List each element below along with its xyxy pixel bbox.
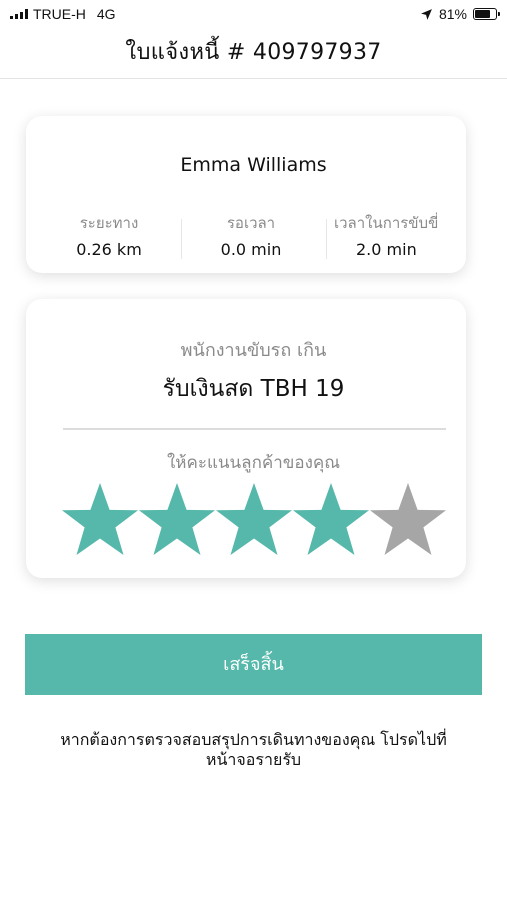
payment-caption: พนักงานขับรถ เกิน [180, 340, 327, 361]
location-arrow-icon [421, 8, 432, 20]
status-bar: TRUE-H 4G 81% [0, 0, 507, 30]
status-left: TRUE-H 4G [10, 6, 116, 22]
stat-label: ระยะทาง [79, 214, 139, 232]
battery-icon [473, 8, 500, 20]
payment-amount: รับเงินสด TBH 19 [162, 376, 345, 402]
trip-stats: ระยะทาง 0.26 km รอเวลา 0.0 min เวลาในการ… [26, 211, 466, 261]
card-edge-fade [442, 116, 466, 273]
footnote-line-1: หากต้องการตรวจสอบสรุปการเดินทางของคุณ โป… [60, 730, 447, 749]
earnings-footnote: หากต้องการตรวจสอบสรุปการเดินทางของคุณ โป… [20, 730, 487, 770]
stat-distance: ระยะทาง 0.26 km [34, 211, 184, 259]
network-type: 4G [96, 6, 116, 22]
stat-wait-time: รอเวลา 0.0 min [176, 211, 326, 259]
battery-percent: 81% [438, 6, 467, 22]
stat-label: รอเวลา [226, 214, 276, 232]
payment-rating-card: พนักงานขับรถ เกิน รับเงินสด TBH 19 ให้คะ… [26, 299, 466, 578]
trip-summary-card: Emma Williams ระยะทาง 0.26 km รอเวลา 0.0… [26, 116, 466, 273]
star-icon[interactable] [216, 483, 292, 555]
carrier-name: TRUE-H [33, 6, 86, 22]
signal-strength-icon [10, 9, 28, 19]
payment-divider [63, 428, 446, 430]
battery-level [475, 10, 490, 18]
stat-value: 0.26 km [76, 240, 142, 259]
star-icon[interactable] [139, 483, 215, 555]
driver-name: Emma Williams [180, 154, 327, 176]
star-icon[interactable] [370, 483, 446, 555]
star-icon[interactable] [62, 483, 138, 555]
header-divider [0, 78, 507, 79]
status-right: 81% [420, 6, 500, 22]
done-button[interactable]: เสร็จสิ้น [25, 634, 482, 695]
rating-caption: ให้คะแนนลูกค้าของคุณ [166, 453, 341, 473]
star-icon[interactable] [293, 483, 369, 555]
page-title: ใบแจ้งหนี้ # 409797937 [125, 40, 382, 65]
stat-value: 0.0 min [220, 240, 282, 259]
footnote-line-2: หน้าจอรายรับ [205, 750, 302, 769]
